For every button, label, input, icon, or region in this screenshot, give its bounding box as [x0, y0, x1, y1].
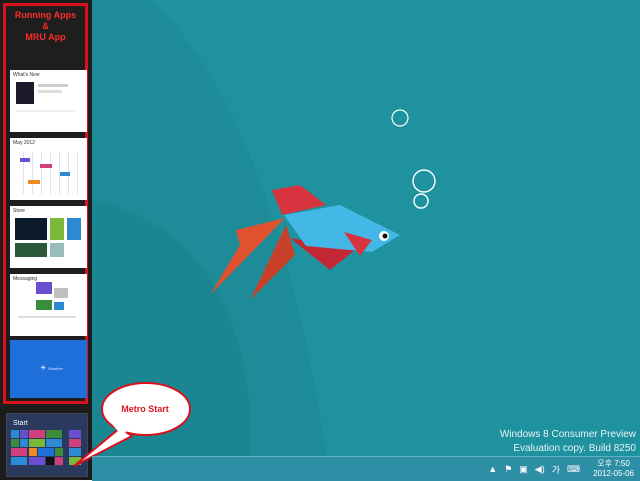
taskbar: ▲ ⚑ ▣ ◀) 가 ⌨ 오후 7:50 2012-05-06: [92, 456, 640, 481]
clock-date: 2012-05-06: [593, 469, 634, 478]
volume-icon[interactable]: ◀): [535, 464, 545, 475]
network-icon[interactable]: ▣: [519, 464, 528, 475]
clock-time: 오후 7:50: [597, 459, 630, 468]
metro-start-callout: [73, 382, 191, 467]
watermark-line1: Windows 8 Consumer Preview: [499, 429, 636, 440]
show-hidden-icon[interactable]: ▲: [488, 464, 497, 474]
callout-label: Metro Start: [121, 404, 169, 414]
keyboard-icon[interactable]: ⌨: [567, 464, 580, 475]
flag-icon[interactable]: ⚑: [504, 464, 512, 475]
system-tray: ▲ ⚑ ▣ ◀) 가 ⌨: [488, 463, 580, 475]
ime-icon[interactable]: 가: [552, 463, 560, 476]
watermark-line2: Evaluation copy. Build 8250: [513, 443, 636, 454]
clock[interactable]: 오후 7:50 2012-05-06: [593, 459, 634, 479]
